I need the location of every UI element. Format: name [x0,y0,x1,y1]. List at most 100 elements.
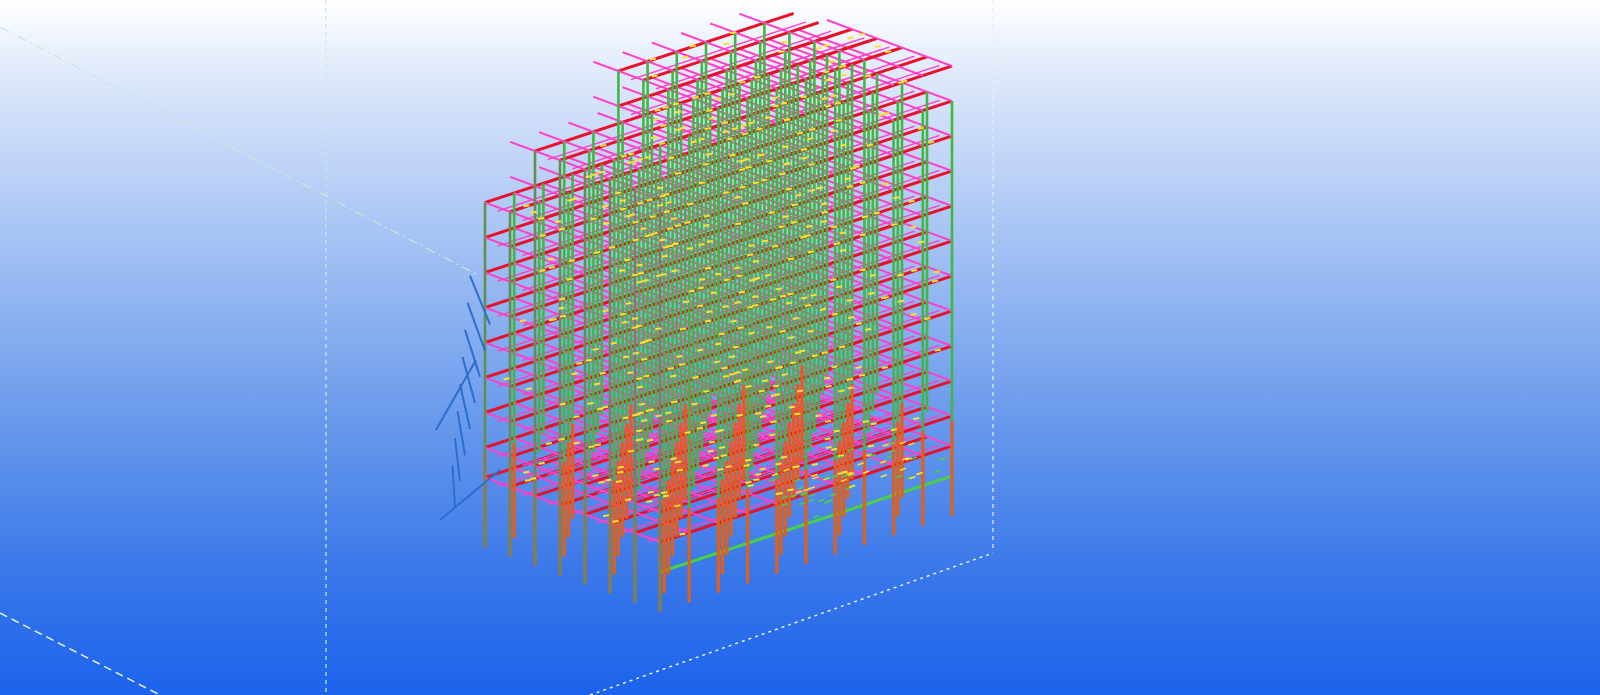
base-detail [798,501,806,506]
connection-plate [654,108,661,112]
connection-plate [608,245,616,249]
connection-plate [743,158,750,161]
floor-beam-secondary [926,435,953,447]
brace [459,383,471,430]
connection-plate [785,187,793,191]
connection-plate [655,414,662,418]
connection-plate [558,306,565,310]
connection-plate [760,178,768,182]
floor-beam-secondary [593,60,619,72]
connection-plate [823,70,830,74]
connection-plate [628,152,635,156]
connection-plate [788,405,795,409]
connection-plate [620,154,628,158]
connection-plate [861,215,869,219]
connection-plate [674,460,682,464]
floor-beam-main [484,191,515,205]
connection-plate [702,162,710,166]
floor-beam-secondary [926,55,953,67]
connection-plate [538,461,545,465]
floor-beam-secondary [680,32,707,44]
connection-plate [698,243,705,246]
connection-plate [718,332,726,336]
floor-beam-main [805,482,836,496]
connection-plate [696,426,704,430]
floor-beam-secondary [484,271,511,283]
connection-plate [646,438,654,442]
ground-beam [820,512,836,521]
connection-plate [603,221,610,225]
connection-plate [839,345,846,349]
connection-plate [772,104,779,108]
connection-plate [773,392,781,396]
connection-plate [837,471,844,475]
floor-beam-secondary [826,19,853,31]
connection-plate [737,326,744,330]
connection-plate [794,412,801,416]
connection-plate [619,199,626,202]
connection-plate [830,94,837,98]
connection-plate [800,148,808,151]
connection-plate [815,46,823,50]
floor-beam-secondary [897,65,924,77]
connection-plate [621,320,628,324]
connection-plate [745,458,752,462]
floor-beam-secondary [901,81,928,93]
connection-plate [840,73,848,77]
connection-plate [703,214,710,218]
connection-plate [776,287,783,291]
connection-plate [838,389,845,393]
connection-plate [715,342,722,346]
connection-plate [769,298,777,302]
steel-structure-3d-view[interactable] [0,0,1600,695]
connection-plate [594,443,602,447]
connection-plate [753,478,760,482]
connection-plate [740,124,747,128]
base-detail [882,443,890,447]
floor-beam-main [922,64,953,78]
model-viewport[interactable] [0,0,1600,695]
connection-plate [702,464,709,468]
connection-plate [787,292,794,296]
base-detail [808,498,815,503]
connection-plate [674,504,681,508]
brace [439,469,501,521]
connection-plate [839,231,846,235]
connection-plate [662,494,670,498]
floor-beam-secondary [509,175,536,187]
base-detail [835,455,843,460]
connection-plate [659,238,666,242]
connection-plate [653,493,660,497]
connection-plate [867,291,875,295]
connection-plate [523,470,530,474]
connection-plate [771,96,779,100]
connection-plate [640,357,648,361]
connection-plate [840,143,847,147]
connection-plate [550,317,557,321]
connection-plate [691,402,698,406]
connection-plate [808,127,816,131]
connection-plate [665,201,672,205]
connection-plate [591,172,599,176]
base-detail [768,478,776,483]
connection-plate [585,175,592,179]
connection-plate [627,449,635,453]
connection-plate [681,55,689,59]
connection-plate [661,254,668,258]
connection-plate [787,488,794,492]
connection-plate [734,301,741,305]
connection-plate [624,258,631,262]
connection-plate [756,127,763,131]
ground-beam [907,484,924,492]
connection-plate [706,109,713,113]
connection-plate [705,152,712,156]
floor-beam-main [688,521,719,534]
connection-plate [780,101,788,105]
connection-plate [855,366,862,370]
connection-plate [745,384,752,388]
connection-plate [660,124,667,128]
base-detail [826,499,833,503]
connection-plate [714,429,721,433]
connection-plate [834,101,841,105]
floor-beam-secondary [693,512,719,524]
